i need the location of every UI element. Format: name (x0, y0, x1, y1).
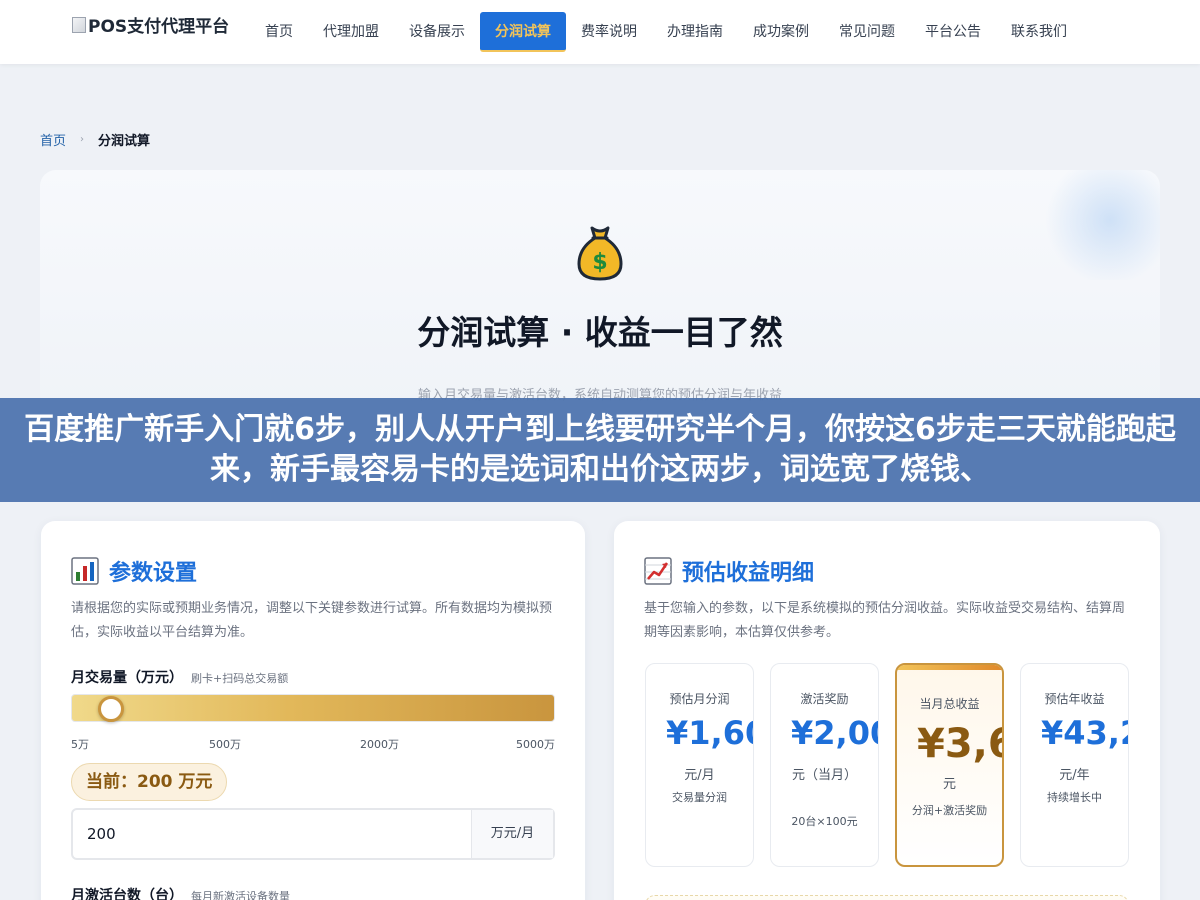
card-unit: 元/年 (1059, 768, 1090, 783)
monthly-volume-input[interactable] (73, 810, 471, 858)
current-volume-badge: 当前：200 万元 (71, 763, 228, 801)
card-footnote: 20台×100元 (791, 815, 858, 828)
card-unit: 元（当月） (791, 768, 857, 783)
card-unit: 元/月 (684, 768, 715, 783)
activation-label-row: 月激活台数（台） 每月新激活设备数量 (71, 885, 290, 900)
money-bag-icon: $ (577, 226, 623, 281)
card-label: 预估年收益 (1044, 692, 1105, 706)
activation-count-hint: 每月新激活设备数量 (191, 890, 290, 900)
nav-item-cases[interactable]: 成功案例 (738, 12, 824, 52)
site-logo[interactable]: POS支付代理平台 (72, 12, 229, 37)
monthly-volume-input-group: 万元/月 (71, 808, 555, 860)
monthly-volume-label-row: 月交易量（万元） 刷卡+扫码总交易额 (71, 667, 288, 687)
activation-count-label: 月激活台数（台） (71, 888, 183, 900)
monthly-volume-label: 月交易量（万元） (71, 670, 183, 686)
slider-tick-labels: 5万 500万 2000万 5000万 (71, 736, 555, 751)
card-label: 当月总收益 (919, 697, 980, 711)
trend-chart-icon (644, 557, 672, 585)
nav-item-announcements[interactable]: 平台公告 (910, 12, 996, 52)
parameter-settings-panel: 参数设置 请根据您的实际或预期业务情况，调整以下关键参数进行试算。所有数据均为模… (41, 521, 585, 900)
activation-reward-card: 激活奖励 ¥2,00 元（当月） 20台×100元 (770, 663, 879, 867)
total-monthly-income-card: 当月总收益 ¥3,6 元 分润+激活奖励 (895, 663, 1004, 867)
nav-item-devices[interactable]: 设备展示 (394, 12, 480, 52)
slider-tick-label: 5000万 (516, 738, 555, 751)
breadcrumb-current: 分润试算 (98, 134, 151, 149)
card-value: ¥3,6 (917, 721, 1002, 767)
nav-item-contact[interactable]: 联系我们 (996, 12, 1082, 52)
slider-tick-label: 5万 (71, 738, 89, 751)
breadcrumb-home-link[interactable]: 首页 (40, 130, 66, 149)
nav-item-agent-join[interactable]: 代理加盟 (308, 12, 394, 52)
parameter-settings-description: 请根据您的实际或预期业务情况，调整以下关键参数进行试算。所有数据均为模拟预估，实… (71, 601, 553, 640)
annual-income-card: 预估年收益 ¥43,2 元/年 持续增长中 (1020, 663, 1129, 867)
monthly-volume-unit: 万元/月 (471, 810, 553, 858)
card-label: 预估月分润 (669, 692, 730, 706)
parameter-settings-header: 参数设置 (71, 555, 197, 587)
card-value: ¥43,2 (1041, 714, 1128, 752)
slider-tick-label: 500万 (209, 738, 241, 751)
nav-item-faq[interactable]: 常见问题 (824, 12, 910, 52)
card-value: ¥1,60 (666, 714, 753, 752)
card-value: ¥2,00 (791, 714, 878, 752)
hero-glow-decoration (1040, 170, 1160, 280)
main-nav: 首页 代理加盟 设备展示 分润试算 费率说明 办理指南 成功案例 常见问题 平台… (250, 12, 1082, 52)
svg-text:$: $ (592, 250, 607, 275)
profit-details-header: 预估收益明细 (644, 555, 814, 587)
overlay-caption-banner: 百度推广新手入门就6步，别人从开户到上线要研究半个月，你按这6步走三天就能跑起来… (0, 398, 1200, 502)
card-unit: 元 (942, 777, 956, 792)
slider-tick-label: 2000万 (360, 738, 399, 751)
broken-image-icon (72, 16, 86, 33)
result-cards: 预估月分润 ¥1,60 元/月 交易量分润 激活奖励 ¥2,00 元（当月） 2… (645, 663, 1129, 868)
logo-alt-text: POS支付代理平台 (88, 17, 230, 37)
parameter-settings-title: 参数设置 (109, 561, 198, 586)
slider-thumb[interactable] (97, 696, 124, 722)
breadcrumb-separator: › (80, 134, 85, 145)
hero-section: $ 分润试算 · 收益一目了然 输入月交易量与激活台数，系统自动测算您的预估分润… (40, 170, 1160, 410)
card-footnote: 持续增长中 (1047, 791, 1102, 804)
card-label: 激活奖励 (800, 692, 849, 706)
bar-chart-icon (71, 557, 99, 585)
profit-details-panel: 预估收益明细 基于您输入的参数，以下是系统模拟的预估分润收益。实际收益受交易结构… (614, 521, 1160, 900)
nav-item-guide[interactable]: 办理指南 (652, 12, 738, 52)
nav-item-home[interactable]: 首页 (250, 12, 308, 52)
breakdown-box (645, 895, 1129, 900)
hero-title: 分润试算 · 收益一目了然 (417, 313, 783, 352)
monthly-volume-slider[interactable] (71, 694, 555, 722)
breadcrumb: 首页 › 分润试算 (40, 130, 150, 149)
profit-details-description: 基于您输入的参数，以下是系统模拟的预估分润收益。实际收益受交易结构、结算周期等因… (644, 601, 1126, 640)
monthly-profit-card: 预估月分润 ¥1,60 元/月 交易量分润 (645, 663, 754, 867)
card-footnote: 分润+激活奖励 (911, 804, 988, 817)
card-footnote: 交易量分润 (672, 791, 727, 804)
nav-item-profit-calculator[interactable]: 分润试算 (480, 12, 566, 52)
monthly-volume-hint: 刷卡+扫码总交易额 (191, 672, 289, 685)
top-navigation-bar: POS支付代理平台 首页 代理加盟 设备展示 分润试算 费率说明 办理指南 成功… (0, 0, 1200, 64)
nav-item-rates[interactable]: 费率说明 (566, 12, 652, 52)
profit-details-title: 预估收益明细 (682, 561, 815, 586)
